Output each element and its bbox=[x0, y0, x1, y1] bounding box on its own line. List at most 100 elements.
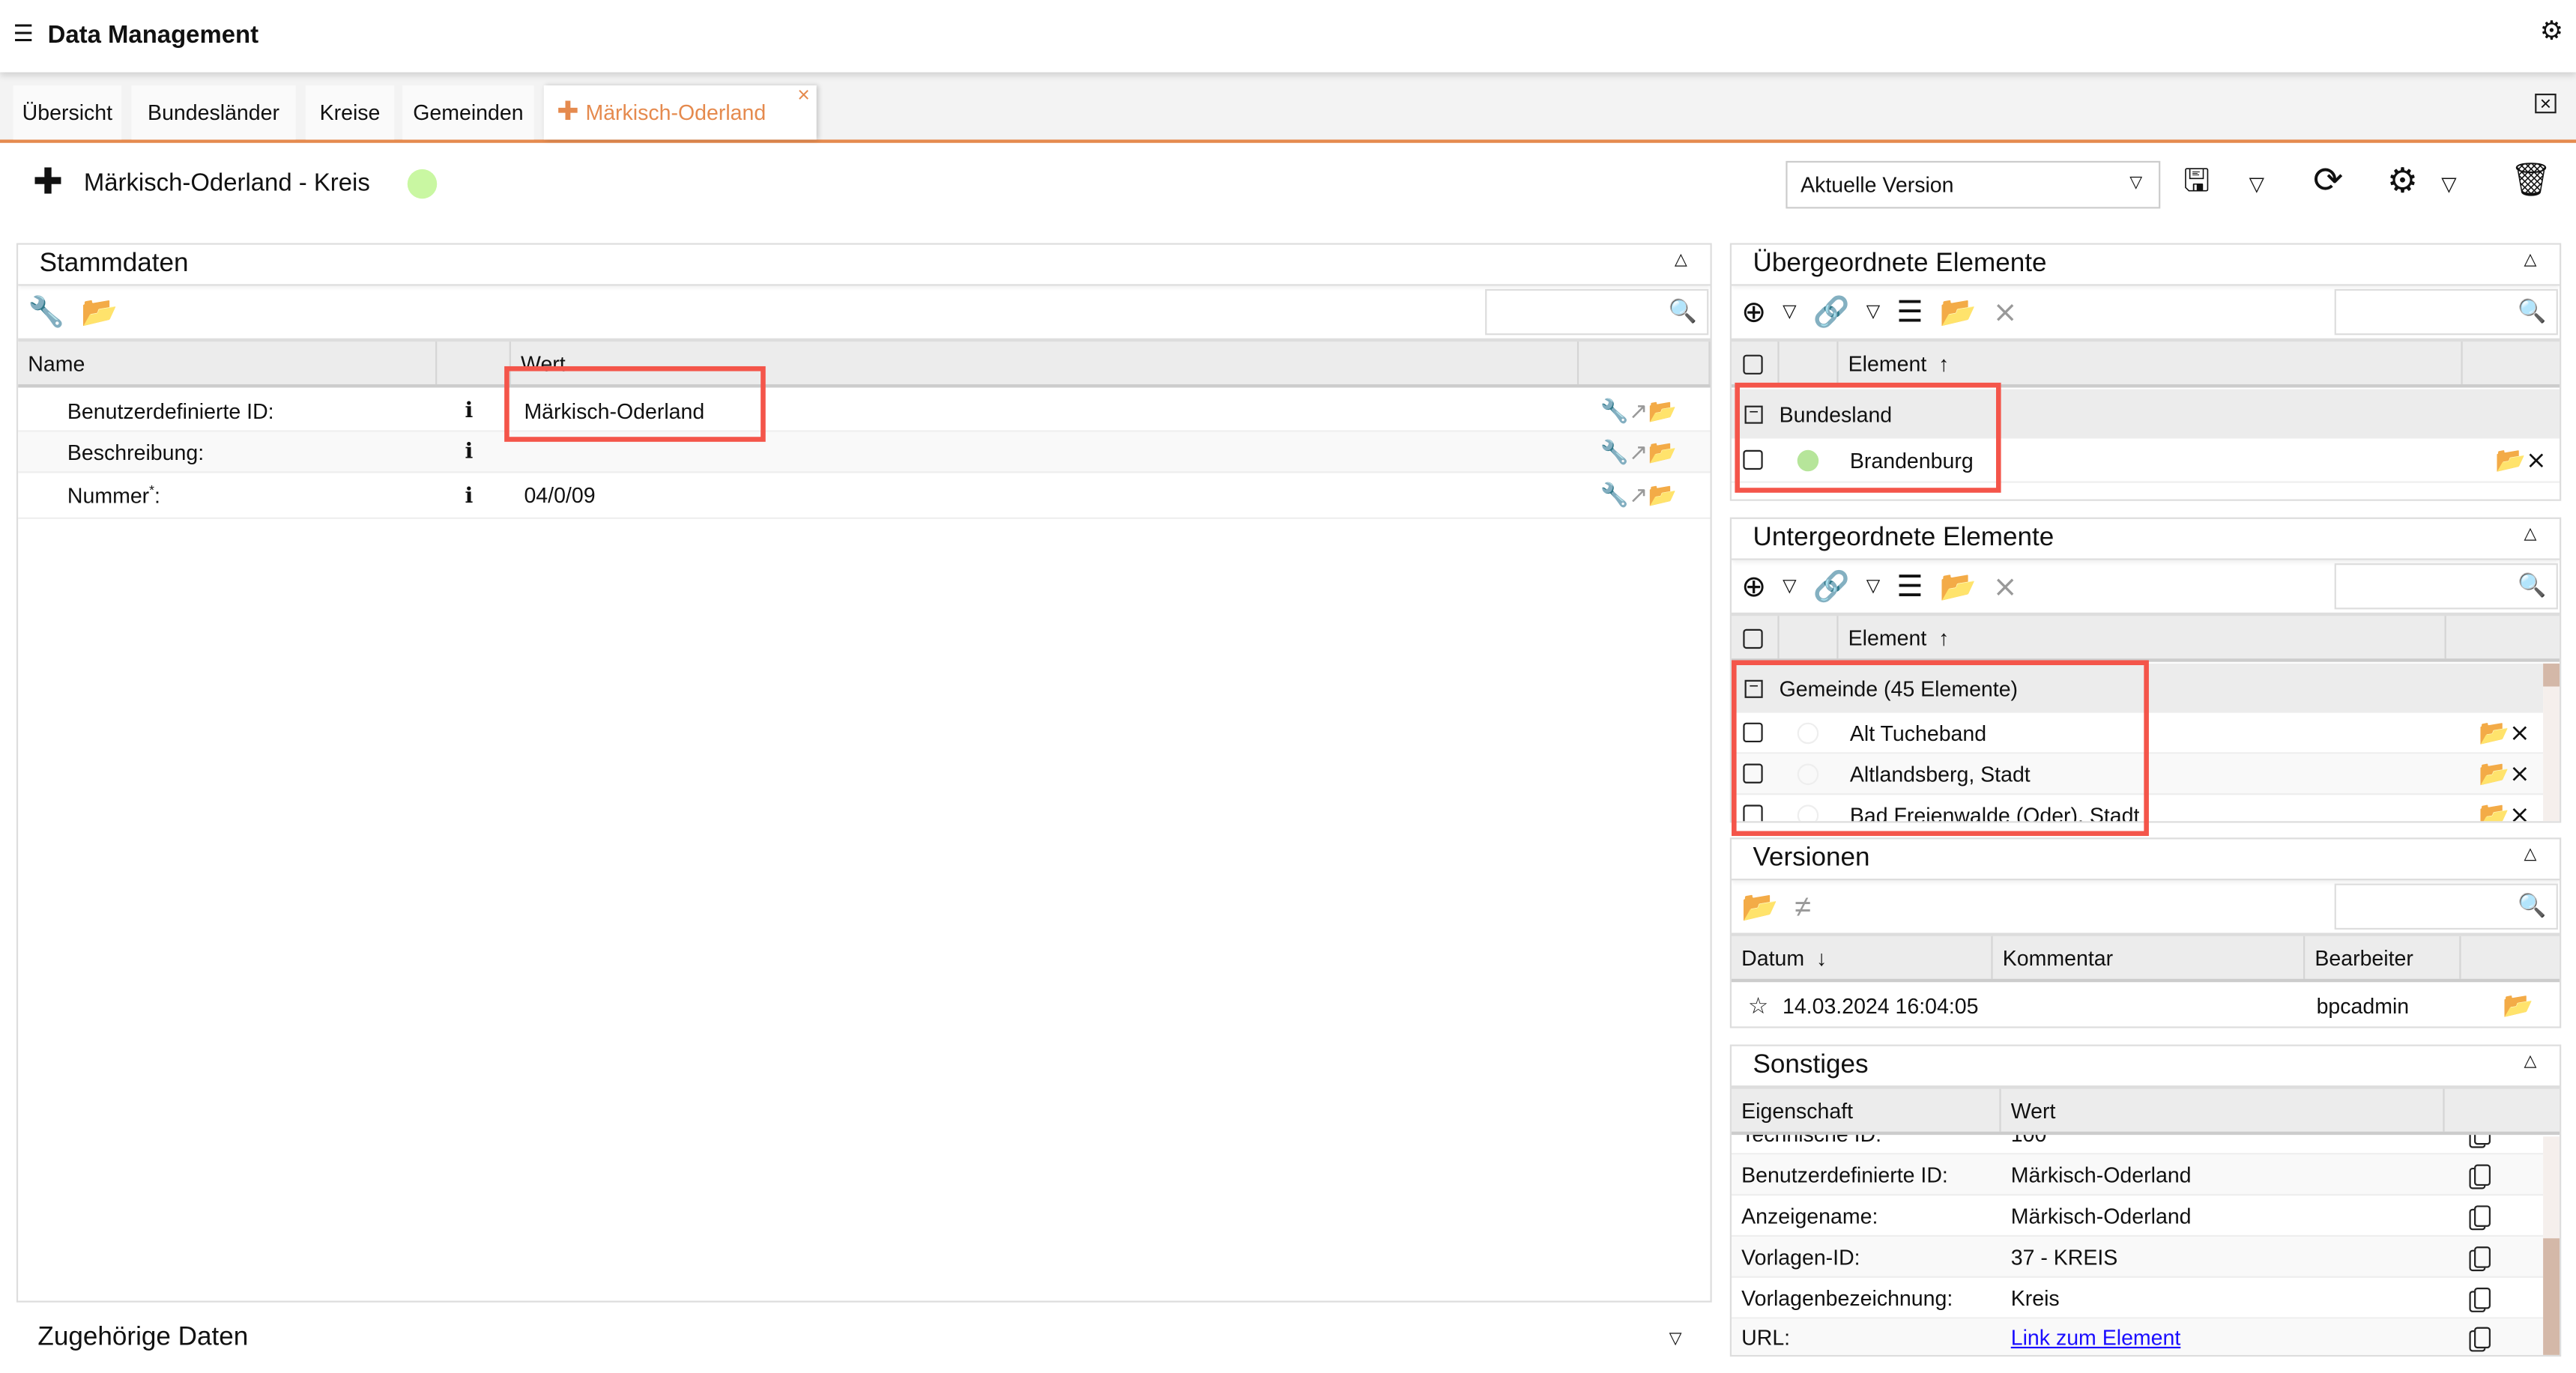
table-header: Name Wert bbox=[18, 338, 1711, 388]
property-name: Anzeigename: bbox=[1741, 1203, 1878, 1228]
column-bearbeiter[interactable]: Bearbeiter bbox=[2305, 936, 2461, 979]
version-select[interactable]: Aktuelle Version ▽ bbox=[1786, 160, 2161, 209]
folder-open-icon[interactable]: 📂 bbox=[2503, 990, 2533, 1019]
zugehoerige-daten-title[interactable]: Zugehörige Daten bbox=[37, 1324, 248, 1353]
copy-icon[interactable] bbox=[2474, 1204, 2491, 1226]
scrollbar[interactable] bbox=[2543, 663, 2560, 822]
search-input[interactable]: 🔍 bbox=[2334, 563, 2558, 610]
collapse-icon[interactable]: △ bbox=[2524, 526, 2536, 544]
select-all-checkbox[interactable] bbox=[1743, 354, 1763, 375]
open-unlink-icons[interactable]: 📂⨯ bbox=[2495, 445, 2547, 474]
settings-gear-icon[interactable]: ⚙ bbox=[2387, 164, 2418, 198]
scrollbar[interactable] bbox=[2543, 1136, 2560, 1355]
version-user: bpcadmin bbox=[2316, 992, 2410, 1018]
save-dropdown-icon[interactable]: ▽ bbox=[2249, 174, 2264, 193]
panel-title: Versionen bbox=[1753, 843, 1870, 873]
tab-bundeslaender[interactable]: Bundesländer bbox=[131, 85, 296, 140]
info-icon[interactable]: ℹ bbox=[465, 438, 474, 464]
status-column bbox=[1780, 342, 1839, 385]
search-icon[interactable]: 🔍 bbox=[1669, 297, 1697, 325]
search-icon[interactable]: 🔍 bbox=[2518, 297, 2546, 325]
tab-gemeinden[interactable]: Gemeinden bbox=[402, 85, 534, 140]
select-all-column[interactable] bbox=[1732, 616, 1780, 659]
wrench-icon[interactable]: 🔧 bbox=[28, 297, 64, 327]
link-dropdown-icon[interactable]: ▽ bbox=[1866, 577, 1881, 595]
list-icon[interactable]: ☰ bbox=[1896, 572, 1923, 601]
unlink-icon[interactable]: ⨯ bbox=[1993, 297, 2018, 327]
refresh-icon[interactable]: ⟳ bbox=[2313, 162, 2343, 198]
link-zum-element[interactable]: Link zum Element bbox=[2011, 1325, 2181, 1350]
edit-icons[interactable]: 🔧↗📂 bbox=[1600, 481, 1677, 509]
column-label: Element bbox=[1848, 625, 1927, 650]
copy-icon[interactable] bbox=[2474, 1246, 2491, 1267]
info-icon[interactable]: ℹ bbox=[465, 482, 474, 509]
panel-header[interactable]: Stammdaten △ bbox=[18, 245, 1711, 286]
link-dropdown-icon[interactable]: ▽ bbox=[1866, 302, 1881, 321]
search-input[interactable]: 🔍 bbox=[2334, 883, 2558, 930]
column-kommentar[interactable]: Kommentar bbox=[1993, 936, 2306, 979]
folder-open-icon[interactable]: 📂 bbox=[1741, 892, 1778, 921]
copy-icon[interactable] bbox=[2474, 1286, 2491, 1309]
highlight-box bbox=[1735, 382, 2001, 493]
search-input[interactable]: 🔍 bbox=[1485, 288, 1709, 336]
column-eigenschaft[interactable]: Eigenschaft bbox=[1732, 1088, 2001, 1132]
add-circle-icon[interactable]: ⊕ bbox=[1741, 572, 1766, 601]
close-all-tabs-icon[interactable]: × bbox=[2535, 94, 2557, 114]
column-element[interactable]: Element ↑ bbox=[1839, 616, 2446, 659]
column-name[interactable]: Name bbox=[18, 342, 438, 385]
tab-kreise[interactable]: Kreise bbox=[305, 85, 395, 140]
link-icon[interactable]: 🔗 bbox=[1813, 297, 1850, 327]
column-datum[interactable]: Datum ↓ bbox=[1732, 936, 1993, 979]
settings-dropdown-icon[interactable]: ▽ bbox=[2441, 174, 2456, 193]
list-icon[interactable]: ☰ bbox=[1896, 297, 1923, 327]
open-unlink-icons[interactable]: 📂⨯ bbox=[2479, 800, 2530, 821]
sonstiges-panel: Sonstiges△ Technische ID:100 Eigenschaft… bbox=[1729, 1044, 2562, 1357]
link-icon[interactable]: 🔗 bbox=[1813, 572, 1850, 601]
collapse-icon[interactable]: △ bbox=[2524, 1052, 2536, 1070]
tab-close-icon[interactable]: × bbox=[797, 82, 810, 107]
column-wert[interactable]: Wert bbox=[2001, 1088, 2445, 1132]
settings-gear-icon[interactable]: ⚙ bbox=[2540, 19, 2563, 46]
select-all-checkbox[interactable] bbox=[1743, 628, 1763, 649]
add-dropdown-icon[interactable]: ▽ bbox=[1783, 577, 1797, 595]
property-value: Kreis bbox=[2010, 1285, 2060, 1310]
edit-icons[interactable]: 🔧↗📂 bbox=[1600, 397, 1677, 425]
select-all-column[interactable] bbox=[1732, 342, 1780, 385]
collapse-icon[interactable]: △ bbox=[1675, 251, 1687, 269]
folder-open-icon[interactable]: 📂 bbox=[1940, 572, 1977, 601]
star-icon[interactable]: ☆ bbox=[1748, 991, 1769, 1019]
add-circle-icon[interactable]: ⊕ bbox=[1741, 297, 1766, 327]
column-actions bbox=[1579, 342, 1711, 385]
open-unlink-icons[interactable]: 📂⨯ bbox=[2479, 759, 2530, 788]
expand-icon[interactable]: ▽ bbox=[1669, 1330, 1682, 1348]
compare-not-equal-icon[interactable]: ≠ bbox=[1795, 892, 1811, 921]
save-icon[interactable]: 🖫 bbox=[2183, 166, 2210, 197]
panel-header[interactable]: Versionen △ bbox=[1732, 839, 2560, 881]
search-icon[interactable]: 🔍 bbox=[2518, 892, 2546, 920]
trash-icon[interactable]: 🗑 bbox=[2510, 164, 2552, 197]
folder-open-icon[interactable]: 📂 bbox=[1940, 297, 1977, 327]
search-icon[interactable]: 🔍 bbox=[2518, 572, 2546, 599]
tab-maerkisch-oderland[interactable]: ✚ Märkisch-Oderland × bbox=[543, 82, 817, 140]
tab-uebersicht[interactable]: Übersicht bbox=[13, 85, 122, 140]
info-icon[interactable]: ℹ bbox=[465, 398, 474, 424]
versionen-panel: Versionen △ 📂 ≠ 🔍 Datum ↓ Kommentar Bearbe… bbox=[1729, 837, 2562, 1028]
scrollbar-thumb[interactable] bbox=[2543, 1238, 2560, 1355]
copy-icon[interactable] bbox=[2474, 1327, 2491, 1349]
scrollbar-thumb[interactable] bbox=[2543, 663, 2560, 687]
edit-icons[interactable]: 🔧↗📂 bbox=[1600, 437, 1677, 465]
search-input[interactable]: 🔍 bbox=[2334, 288, 2558, 336]
column-element[interactable]: Element ↑ bbox=[1839, 342, 2463, 385]
add-dropdown-icon[interactable]: ▽ bbox=[1783, 302, 1797, 321]
table-row: Benutzerdefinierte ID: ℹ Märkisch-Oderla… bbox=[18, 391, 1711, 432]
collapse-icon[interactable]: △ bbox=[2524, 251, 2536, 269]
collapse-icon[interactable]: △ bbox=[2524, 846, 2536, 864]
property-name: Vorlagen-ID: bbox=[1741, 1243, 1860, 1269]
unlink-icon[interactable]: ⨯ bbox=[1993, 572, 2018, 601]
panel-header[interactable]: Untergeordnete Elemente △ bbox=[1732, 519, 2560, 560]
copy-icon[interactable] bbox=[2474, 1163, 2491, 1185]
panel-header[interactable]: Übergeordnete Elemente △ bbox=[1732, 245, 2560, 286]
folder-open-icon[interactable]: 📂 bbox=[81, 297, 118, 327]
panel-header[interactable]: Sonstiges △ bbox=[1732, 1046, 2560, 1088]
open-unlink-icons[interactable]: 📂⨯ bbox=[2479, 718, 2530, 747]
